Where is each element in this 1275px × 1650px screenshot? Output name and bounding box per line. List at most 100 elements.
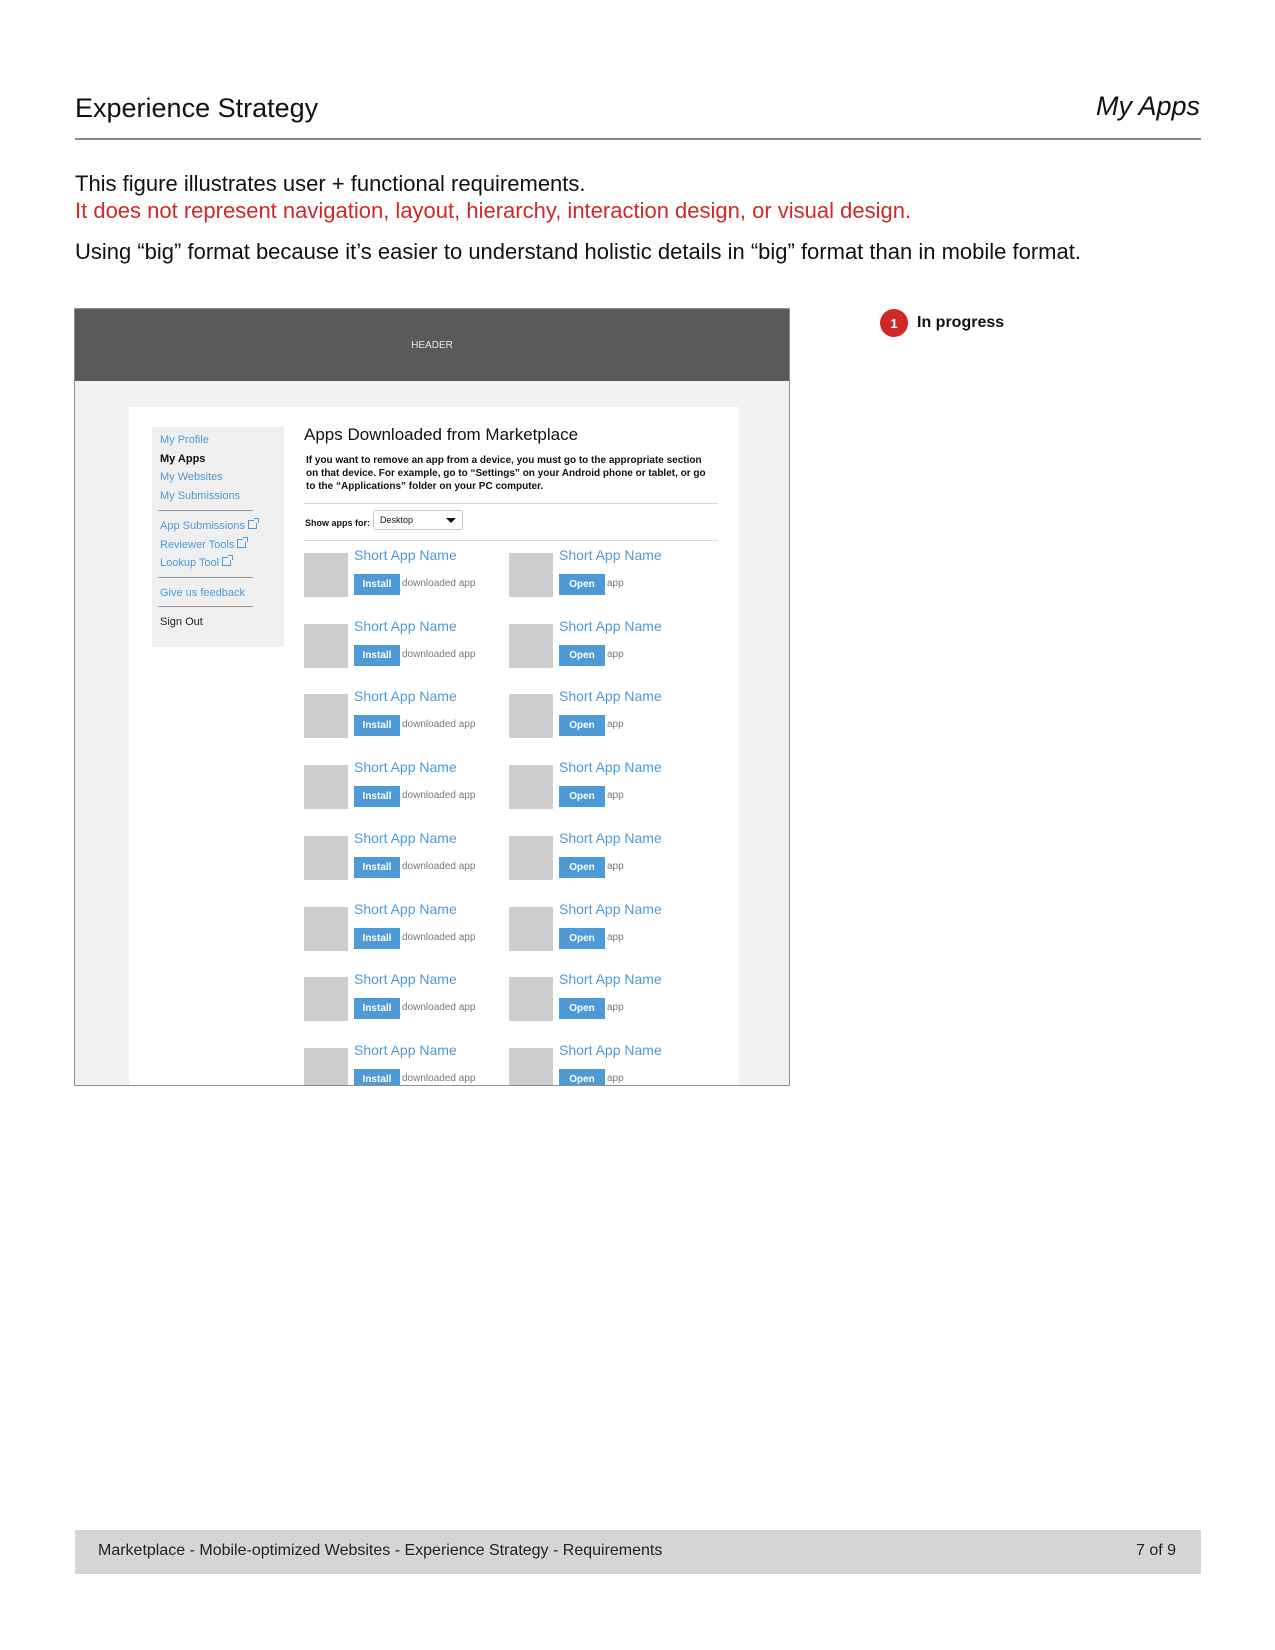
app-thumbnail — [509, 1047, 553, 1085]
app-tile: Short App Name Install downloaded app — [304, 971, 504, 1022]
app-tile: Short App Name Install downloaded app — [304, 830, 504, 880]
app-tile: Short App Name Open app — [509, 1042, 709, 1085]
divider — [304, 540, 718, 541]
external-link-icon — [248, 518, 259, 529]
nav-my-submissions[interactable]: My Submissions — [160, 490, 240, 502]
nav-my-profile[interactable]: My Profile — [160, 434, 209, 446]
app-name-link[interactable]: Short App Name — [354, 547, 457, 563]
wireframe-header: HEADER — [75, 309, 789, 381]
page-number: 7 of 9 — [1135, 1542, 1176, 1559]
app-status: downloaded app — [402, 1072, 476, 1084]
install-button[interactable]: Install — [354, 998, 400, 1020]
app-tile: Short App Name Open app — [509, 901, 709, 951]
nav-lookup-tool-label: Lookup Tool — [160, 557, 220, 569]
nav-divider — [158, 577, 253, 578]
app-status: app — [607, 790, 624, 802]
app-thumbnail — [304, 694, 348, 739]
install-button[interactable]: Install — [354, 644, 400, 666]
app-tile: Short App Name Open app — [509, 830, 709, 880]
install-button[interactable]: Install — [354, 927, 400, 949]
app-status: app — [607, 578, 624, 589]
nav-lookup-tool[interactable]: Lookup Tool — [160, 555, 234, 569]
app-tile: Short App Name Install downloaded app — [304, 688, 504, 739]
app-name-link[interactable]: Short App Name — [559, 1042, 662, 1058]
callout-badge: 1 — [880, 309, 908, 337]
app-name-link[interactable]: Short App Name — [559, 971, 662, 987]
app-thumbnail — [509, 765, 553, 810]
app-status: app — [607, 719, 624, 731]
app-status: downloaded app — [402, 648, 476, 660]
app-thumbnail — [304, 765, 348, 810]
open-button[interactable]: Open — [559, 786, 605, 808]
install-button[interactable]: Install — [354, 786, 400, 808]
install-button[interactable]: Install — [354, 1068, 400, 1085]
nav-app-submissions-label: App Submissions — [160, 520, 245, 532]
install-button[interactable]: Install — [354, 856, 400, 878]
caret-down-icon — [446, 518, 456, 523]
nav-app-submissions[interactable]: App Submissions — [160, 518, 259, 532]
app-status: downloaded app — [402, 931, 476, 943]
filter-label: Show apps for: — [305, 518, 370, 528]
open-button[interactable]: Open — [559, 1068, 605, 1085]
open-button[interactable]: Open — [559, 998, 605, 1020]
app-status: app — [607, 1072, 624, 1084]
app-name-link[interactable]: Short App Name — [354, 759, 457, 775]
app-name-link[interactable]: Short App Name — [354, 688, 457, 704]
install-button[interactable]: Install — [354, 715, 400, 737]
app-status: downloaded app — [402, 790, 476, 802]
app-name-link[interactable]: Short App Name — [559, 830, 662, 846]
app-status: app — [607, 860, 624, 872]
open-button[interactable]: Open — [559, 856, 605, 878]
app-name-link[interactable]: Short App Name — [559, 901, 662, 917]
app-status: downloaded app — [402, 860, 476, 872]
open-button[interactable]: Open — [559, 715, 605, 737]
callout-label: In progress — [917, 314, 1005, 331]
open-button[interactable]: Open — [559, 574, 605, 595]
intro-line-2: It does not represent navigation, layout… — [75, 198, 912, 223]
nav-reviewer-tools-label: Reviewer Tools — [160, 539, 235, 551]
install-button[interactable]: Install — [354, 574, 400, 595]
app-tile: Short App Name Open app — [509, 547, 709, 597]
nav-my-websites[interactable]: My Websites — [160, 471, 223, 483]
app-name-link[interactable]: Short App Name — [354, 830, 457, 846]
app-thumbnail — [509, 906, 553, 951]
app-thumbnail — [509, 835, 553, 880]
app-name-link[interactable]: Short App Name — [354, 1042, 457, 1058]
wireframe: HEADER My Profile My Apps My Websites My… — [74, 308, 790, 1086]
open-button[interactable]: Open — [559, 644, 605, 666]
app-name-link[interactable]: Short App Name — [559, 688, 662, 704]
content-card: My Profile My Apps My Websites My Submis… — [129, 407, 739, 1085]
app-thumbnail — [304, 835, 348, 880]
app-thumbnail — [509, 553, 553, 597]
app-thumbnail — [304, 977, 348, 1022]
side-nav: My Profile My Apps My Websites My Submis… — [152, 427, 284, 647]
app-thumbnail — [304, 1047, 348, 1085]
app-name-link[interactable]: Short App Name — [354, 971, 457, 987]
app-name-link[interactable]: Short App Name — [559, 618, 662, 634]
nav-divider — [158, 510, 253, 511]
app-thumbnail — [509, 977, 553, 1022]
app-tile: Short App Name Install downloaded app — [304, 759, 504, 810]
nav-my-apps[interactable]: My Apps — [160, 453, 205, 465]
footer: Marketplace - Mobile-optimized Websites … — [75, 1530, 1201, 1574]
app-tile: Short App Name Install downloaded app — [304, 901, 504, 951]
open-button[interactable]: Open — [559, 927, 605, 949]
nav-feedback[interactable]: Give us feedback — [160, 587, 245, 599]
app-tile: Short App Name Install downloaded app — [304, 547, 504, 597]
app-thumbnail — [304, 623, 348, 668]
app-name-link[interactable]: Short App Name — [559, 759, 662, 775]
app-tile: Short App Name Install downloaded app — [304, 618, 504, 668]
device-select[interactable]: Desktop — [373, 510, 463, 530]
app-tile: Short App Name Install downloaded app — [304, 1042, 504, 1085]
app-name-link[interactable]: Short App Name — [354, 618, 457, 634]
nav-sign-out[interactable]: Sign Out — [160, 616, 203, 628]
app-name-link[interactable]: Short App Name — [354, 901, 457, 917]
app-name-link[interactable]: Short App Name — [559, 547, 662, 563]
footer-text: Marketplace - Mobile-optimized Websites … — [98, 1542, 663, 1559]
nav-reviewer-tools[interactable]: Reviewer Tools — [160, 537, 249, 551]
intro-line-3: Using “big” format because it’s easier t… — [75, 239, 1081, 264]
app-tile: Short App Name Open app — [509, 971, 709, 1022]
main-title: Apps Downloaded from Marketplace — [304, 425, 579, 444]
app-status: downloaded app — [402, 719, 476, 731]
app-status: app — [607, 1002, 624, 1014]
